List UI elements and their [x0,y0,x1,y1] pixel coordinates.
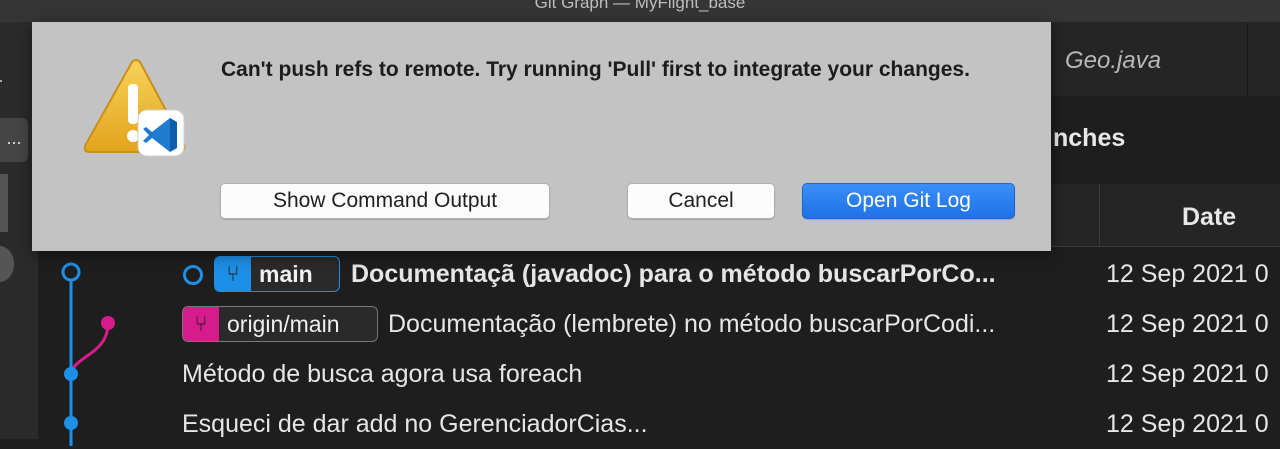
activity-indicator [0,80,2,82]
commit-row[interactable]: Esqueci de dar add no GerenciadorCias...… [38,399,1280,449]
branch-icon: ⑂ [215,257,251,291]
commit-row[interactable]: ⑂ main Documentaçã (javadoc) para o métod… [38,249,1280,299]
commit-date: 12 Sep 2021 0 [1106,410,1269,438]
date-column-label: Date [1182,203,1237,231]
commit-subject: Método de busca agora usa foreach [182,360,583,388]
more-label: ... [6,128,22,148]
commit-subject: Documentaçã (javadoc) para o método busc… [351,260,996,288]
date-column-header[interactable]: Date [1099,184,1280,246]
commit-date: 12 Sep 2021 0 [1106,360,1269,388]
show-command-output-button[interactable]: Show Command Output [220,183,550,219]
commit-date: 12 Sep 2021 0 [1106,260,1269,288]
commit-row[interactable]: ⑂ origin/main Documentação (lembrete) no … [38,299,1280,349]
commit-subject: Documentação (lembrete) no método buscar… [388,310,996,338]
error-dialog: Can't push refs to remote. Try running '… [32,22,1051,251]
commit-subject: Esqueci de dar add no GerenciadorCias... [182,410,648,438]
warning-icon [83,59,186,157]
branch-icon: ⑂ [183,307,219,341]
tab-label: Geo.java [1065,47,1162,74]
tab-geo-java[interactable]: Geo.java [1028,22,1248,96]
activity-item[interactable] [0,174,8,232]
vscode-icon [137,109,185,157]
head-indicator-icon [183,265,203,285]
window-titlebar: Git Graph — MyFlight_base [0,0,1280,22]
commit-row[interactable]: Método de busca agora usa foreach 12 Sep… [38,349,1280,399]
open-git-log-button[interactable]: Open Git Log [802,183,1015,219]
dialog-message: Can't push refs to remote. Try running '… [221,58,970,81]
ref-badge-origin-main[interactable]: ⑂ origin/main [182,306,378,342]
ref-name: origin/main [227,311,340,337]
account-icon[interactable] [0,246,14,282]
window-title: Git Graph — MyFlight_base [534,0,746,12]
activity-more-button[interactable]: ... [0,118,28,162]
branches-label: nches [1053,124,1126,152]
commit-date: 12 Sep 2021 0 [1106,310,1269,338]
ref-badge-main[interactable]: ⑂ main [214,256,340,292]
cancel-button[interactable]: Cancel [627,183,775,219]
ref-name: main [259,261,313,287]
